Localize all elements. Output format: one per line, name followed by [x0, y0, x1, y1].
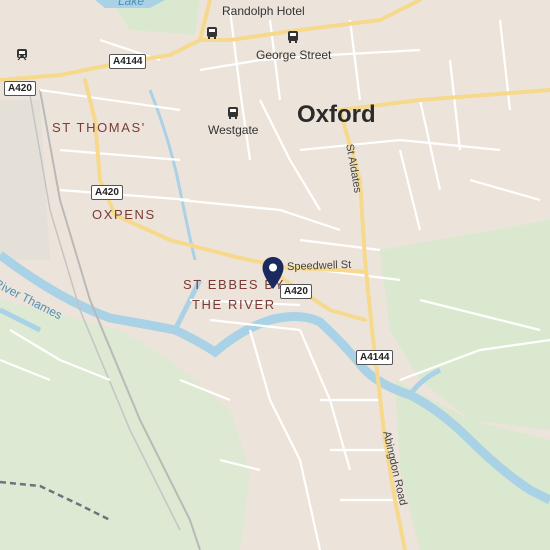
bus-stop-icon[interactable]	[205, 26, 219, 40]
road-shield-a4144: A4144	[109, 54, 147, 69]
road-shield-a420: A420	[4, 81, 36, 96]
city-label-oxford: Oxford	[297, 101, 376, 128]
train-station-icon[interactable]	[15, 48, 29, 62]
district-label-st-ebbes-line2: THE RIVER	[192, 297, 276, 312]
bus-stop-icon[interactable]	[226, 106, 240, 120]
district-label-oxpens: OXPENS	[92, 207, 156, 222]
map-view[interactable]: Lake River Thames Randolph Hotel George …	[0, 0, 550, 550]
road-shield-a420: A420	[91, 185, 123, 200]
westgate-label[interactable]: Westgate	[208, 123, 258, 137]
bus-stop-icon[interactable]	[286, 30, 300, 44]
randolph-hotel-label[interactable]: Randolph Hotel	[222, 4, 305, 18]
road-shield-a4144: A4144	[356, 350, 394, 365]
district-label-st-thomas: ST THOMAS'	[52, 120, 146, 135]
location-pin-icon[interactable]	[261, 256, 285, 290]
lake-label: Lake	[118, 0, 145, 8]
george-street-label[interactable]: George Street	[256, 48, 331, 62]
street-label-speedwell: Speedwell St	[286, 258, 352, 274]
